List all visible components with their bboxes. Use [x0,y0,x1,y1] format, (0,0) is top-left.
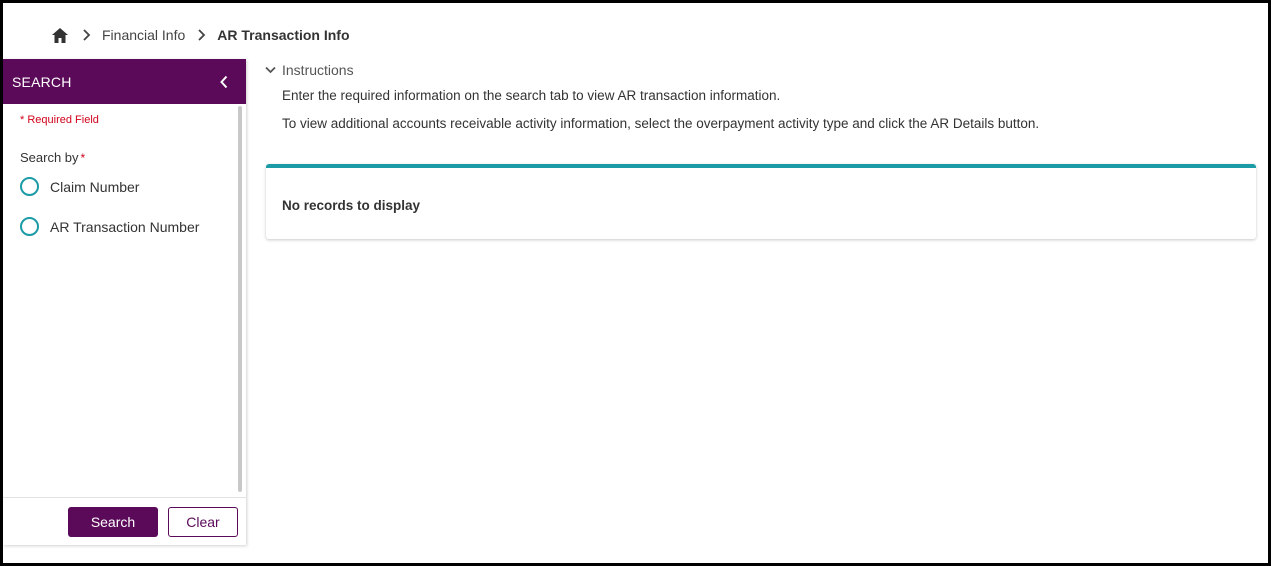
sidebar-footer: Search Clear [3,497,246,545]
breadcrumb-current-page: AR Transaction Info [217,27,350,43]
sidebar-scrollbar[interactable] [238,106,242,492]
chevron-right-icon [193,26,211,44]
home-icon[interactable] [50,25,70,45]
radio-button[interactable] [20,217,39,236]
instruction-line: To view additional accounts receivable a… [282,116,1040,131]
radio-ar-transaction-number[interactable]: AR Transaction Number [20,217,199,236]
instruction-line: Enter the required information on the se… [282,88,781,103]
empty-results-message: No records to display [282,198,421,213]
sidebar-header: SEARCH [3,59,246,104]
breadcrumb-financial-info[interactable]: Financial Info [102,27,185,43]
instructions-toggle[interactable]: Instructions [264,62,354,78]
search-by-label: Search by * [20,150,85,165]
sidebar-title: SEARCH [12,73,72,90]
chevron-right-icon [78,26,96,44]
instructions-label: Instructions [282,62,354,78]
sidebar-body: * Required Field Search by * Claim Number… [3,104,246,497]
clear-button[interactable]: Clear [168,507,238,537]
search-by-text: Search by [20,150,79,165]
required-marker: * [80,151,86,165]
chevron-left-icon[interactable] [214,72,234,92]
radio-label: AR Transaction Number [50,218,200,235]
radio-claim-number[interactable]: Claim Number [20,177,139,196]
radio-button[interactable] [20,177,39,196]
search-button[interactable]: Search [68,507,158,537]
required-field-note: * Required Field [20,114,99,126]
chevron-down-icon [264,64,276,76]
breadcrumb: Financial Info AR Transaction Info [50,24,350,46]
search-sidebar: SEARCH * Required Field Search by * Claim… [3,59,246,545]
radio-label: Claim Number [50,178,140,195]
results-panel: No records to display [266,164,1256,239]
